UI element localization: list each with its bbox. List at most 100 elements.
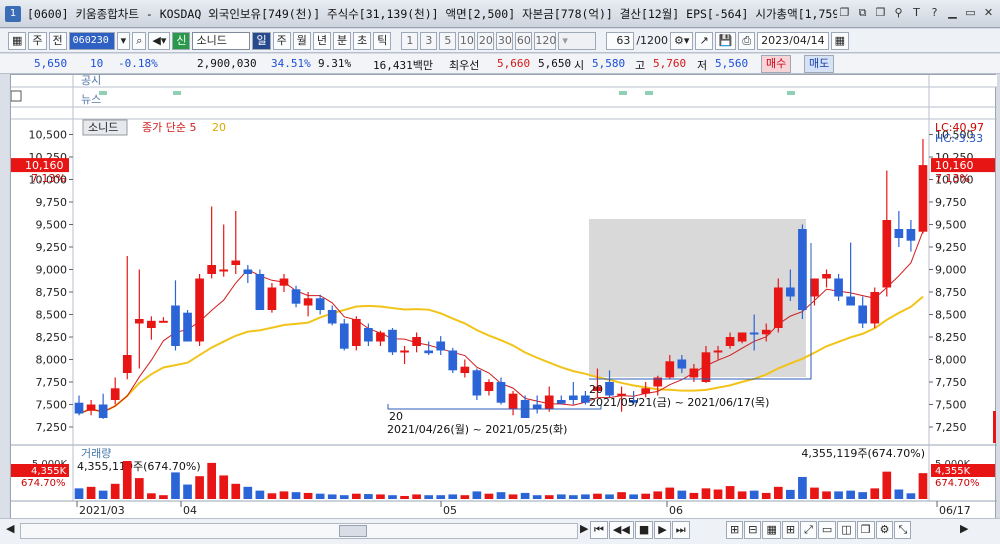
interval-5[interactable]: 5 <box>439 31 457 50</box>
price-badge-left-text: 10,160 <box>25 159 64 172</box>
candle-body <box>713 350 723 353</box>
candle-body <box>147 320 156 328</box>
price-badge-right-text: 10,160 <box>935 159 974 172</box>
candle-body <box>159 320 168 323</box>
stock-code-input[interactable]: 060230 <box>68 31 115 50</box>
volume-bar <box>86 486 96 499</box>
size-icon[interactable]: ⤡ <box>894 521 912 539</box>
interval-3[interactable]: 3 <box>420 31 438 50</box>
restore-icon[interactable]: ❐ <box>837 5 852 20</box>
text-icon[interactable]: T <box>909 5 924 20</box>
candle-body <box>496 382 506 403</box>
config-icon[interactable]: ⚙ <box>875 521 894 539</box>
candle-body <box>110 388 120 400</box>
play-icon[interactable]: ▶ <box>654 521 671 539</box>
expand-icon[interactable]: ▭ <box>817 521 837 539</box>
first-icon[interactable]: ⏮ <box>590 521 608 539</box>
volume-bar <box>846 490 855 499</box>
candle-body <box>315 298 325 310</box>
volume-bar <box>737 491 747 499</box>
date-input[interactable]: 2023/04/14 <box>757 31 829 50</box>
scroll-right-end-icon[interactable]: ▶ <box>960 522 968 535</box>
window-split-icon[interactable]: ◫ <box>837 521 856 539</box>
fit-icon[interactable]: ⤢ <box>800 521 817 539</box>
print-icon[interactable]: ⎙ <box>738 31 756 50</box>
volume-bar <box>593 493 602 499</box>
period-second[interactable]: 초 <box>353 31 372 50</box>
search-icon[interactable]: ⌕ <box>132 31 147 50</box>
interval-20[interactable]: 20 <box>477 31 495 50</box>
zoom-out-icon[interactable]: ⊟ <box>744 521 762 539</box>
last-icon[interactable]: ⏭ <box>671 521 690 539</box>
y-tick-label-left: 8,000 <box>36 354 68 367</box>
y-tick-label-right: 7,250 <box>935 421 967 434</box>
chart-settings-icon[interactable]: ↗ <box>695 31 713 50</box>
candle-body <box>388 329 397 353</box>
period-month[interactable]: 월 <box>292 31 311 50</box>
y-tick-label-left: 8,250 <box>36 331 68 344</box>
period-tick[interactable]: 틱 <box>373 31 392 50</box>
calendar-icon[interactable]: ▦ <box>830 31 849 50</box>
title-bar: 1 [0600] 키움종합차트 - KOSDAQ 외국인보유[749(천)] 주… <box>0 0 1000 28</box>
window-icon[interactable]: ❒ <box>873 5 888 20</box>
volume-bar <box>74 488 84 499</box>
interval-1[interactable]: 1 <box>401 31 419 50</box>
interval-120[interactable]: 120 <box>534 31 557 50</box>
scroll-left-icon[interactable]: ◀ <box>6 522 14 535</box>
tools-icon[interactable]: ⚙▾ <box>670 31 694 50</box>
candle-body <box>448 350 458 371</box>
grid-icon[interactable]: ⊞ <box>781 521 800 539</box>
interval-10[interactable]: 10 <box>458 31 476 50</box>
interval-custom-select[interactable]: ▾ <box>558 31 597 50</box>
prev-icon[interactable]: ◀◀ <box>608 521 634 539</box>
scroll-thumb[interactable] <box>339 525 367 537</box>
stop-icon[interactable]: ■ <box>634 521 654 539</box>
period-week[interactable]: 주 <box>272 31 291 50</box>
save-icon[interactable]: 💾 <box>714 31 737 50</box>
scroll-right-icon[interactable]: ▶ <box>580 522 588 535</box>
volume-bar <box>701 488 711 499</box>
volume-bar <box>508 494 518 499</box>
interval-30[interactable]: 30 <box>496 31 514 50</box>
pin-icon[interactable]: ⚲ <box>891 5 906 20</box>
candlestick-chart[interactable]: 공시뉴스 7,250 7,250 7,500 7,500 7,750 7,750 8,000 8… <box>10 74 997 521</box>
y-tick-label-left: 8,500 <box>36 309 68 322</box>
candle-body <box>882 220 892 288</box>
volume-bar <box>243 486 253 499</box>
tile-icon[interactable]: ⧉ <box>855 5 870 20</box>
candle-body <box>207 265 216 274</box>
market-select[interactable]: 전 <box>48 31 67 50</box>
buy-button[interactable]: 매수 <box>761 55 792 73</box>
minimize-icon[interactable]: ▁ <box>945 5 960 20</box>
candle-body <box>400 350 409 353</box>
chart-area[interactable]: 공시 뉴스 7,250 7,250 7,500 7,500 7,750 7,750 8,000 8… <box>10 74 997 521</box>
candle-body <box>303 298 313 306</box>
maximize-icon[interactable]: ▭ <box>963 5 978 20</box>
tile-chart-icon[interactable]: ▦ <box>762 521 781 539</box>
quote-turnover: 34.51% <box>271 57 311 70</box>
sound-icon[interactable]: ◀▾ <box>148 31 171 50</box>
close-icon[interactable]: ✕ <box>981 5 996 20</box>
code-dropdown-icon[interactable]: ▾ <box>116 31 131 50</box>
candle-body <box>98 404 108 418</box>
quote-price: 5,650 <box>34 57 68 70</box>
period-day[interactable]: 일 <box>252 31 271 50</box>
restore-split-icon[interactable]: ❐ <box>856 521 875 539</box>
scroll-track[interactable] <box>20 523 578 539</box>
volume-bar <box>315 493 325 499</box>
count-input[interactable]: 63 <box>606 31 635 50</box>
candle-body <box>279 278 289 286</box>
period-year[interactable]: 년 <box>312 31 331 50</box>
zoom-in-icon[interactable]: ⊞ <box>726 521 744 539</box>
volume-bar <box>327 494 337 499</box>
interval-60[interactable]: 60 <box>515 31 533 50</box>
period-type-select[interactable]: 주 <box>28 31 47 50</box>
volume-bar <box>520 492 530 499</box>
volume-bar <box>110 483 120 499</box>
candle-body <box>761 329 771 335</box>
help-icon[interactable]: ? <box>927 5 942 20</box>
period-minute[interactable]: 분 <box>332 31 352 50</box>
sell-button[interactable]: 매도 <box>804 55 835 73</box>
layout-icon[interactable]: ▦ <box>8 31 27 50</box>
candle-body <box>556 400 566 404</box>
